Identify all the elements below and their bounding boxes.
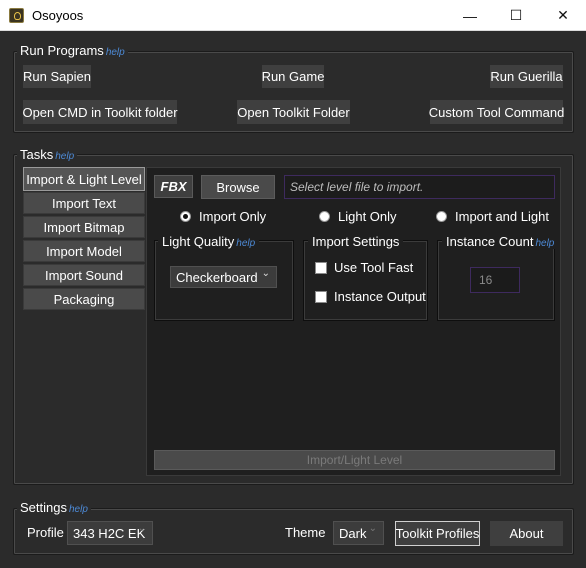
- light-quality-select[interactable]: Checkerboard ⌄: [170, 266, 277, 288]
- radio-light-only-label: Light Only: [338, 209, 397, 224]
- custom-tool-command-button[interactable]: Custom Tool Command: [429, 100, 564, 124]
- window-title: Osoyoos: [32, 8, 84, 23]
- radio-selected-indicator: [180, 211, 191, 222]
- chevron-down-icon: ⌄: [261, 268, 270, 279]
- instance-count-title: Instance Count help: [442, 234, 559, 249]
- tasks-title: Tasks help: [17, 147, 78, 162]
- tab-import-text[interactable]: Import Text: [23, 192, 145, 214]
- tasks-label: Tasks: [20, 147, 54, 162]
- instance-count-help-link[interactable]: help: [535, 238, 554, 249]
- profile-value: 343 H2C EK: [73, 525, 146, 541]
- use-tool-fast-label: Use Tool Fast: [334, 260, 414, 275]
- maximize-button[interactable]: ☐: [493, 0, 539, 31]
- radio-import-and-light[interactable]: Import and Light: [436, 209, 549, 224]
- run-guerilla-button[interactable]: Run Guerilla: [490, 65, 563, 88]
- import-settings-title: Import Settings: [308, 234, 404, 249]
- run-programs-label: Run Programs: [20, 43, 104, 58]
- tab-packaging[interactable]: Packaging: [23, 288, 145, 310]
- chevron-down-icon: ⌄: [137, 523, 146, 534]
- instance-count-input[interactable]: 16: [470, 267, 520, 293]
- tab-import-bitmap[interactable]: Import Bitmap: [23, 216, 145, 238]
- app-logo-icon: [9, 8, 24, 23]
- import-light-level-button[interactable]: Import/Light Level: [154, 450, 555, 470]
- theme-label: Theme: [285, 525, 326, 540]
- about-button[interactable]: About: [490, 521, 563, 546]
- settings-title: Settings help: [17, 500, 91, 515]
- run-game-button[interactable]: Run Game: [262, 65, 324, 88]
- light-quality-title: Light Quality help: [158, 234, 260, 249]
- theme-value: Dark: [339, 525, 367, 541]
- checkbox-box: [315, 290, 327, 303]
- tab-import-sound[interactable]: Import Sound: [23, 264, 145, 286]
- tab-import-light-level[interactable]: Import & Light Level: [23, 167, 145, 191]
- tab-import-model[interactable]: Import Model: [23, 240, 145, 262]
- instance-count-label: Instance Count: [446, 234, 534, 249]
- run-programs-help-link[interactable]: help: [106, 47, 125, 58]
- radio-indicator: [436, 211, 447, 222]
- use-tool-fast-checkbox[interactable]: Use Tool Fast: [315, 260, 413, 275]
- profile-select[interactable]: 343 H2C EK ⌄: [67, 521, 153, 545]
- fbx-toggle-button[interactable]: FBX: [154, 175, 193, 198]
- settings-help-link[interactable]: help: [69, 504, 88, 515]
- run-programs-title: Run Programs help: [17, 43, 128, 58]
- title-bar: Osoyoos — ☐ ✕: [0, 0, 586, 31]
- theme-select[interactable]: Dark ⌄: [333, 521, 384, 545]
- profile-label: Profile: [27, 525, 64, 540]
- browse-button[interactable]: Browse: [201, 175, 275, 199]
- radio-import-only[interactable]: Import Only: [180, 209, 266, 224]
- chevron-down-icon: ⌄: [368, 523, 377, 534]
- import-settings-group: [304, 241, 427, 320]
- instance-output-label: Instance Output: [334, 289, 426, 304]
- minimize-button[interactable]: —: [447, 0, 493, 31]
- light-quality-help-link[interactable]: help: [236, 238, 255, 249]
- settings-label: Settings: [20, 500, 67, 515]
- toolkit-profiles-button[interactable]: Toolkit Profiles: [395, 521, 480, 546]
- level-file-path-input[interactable]: Select level file to import.: [284, 175, 555, 199]
- radio-indicator: [319, 211, 330, 222]
- close-button[interactable]: ✕: [540, 0, 586, 31]
- radio-import-and-light-label: Import and Light: [455, 209, 549, 224]
- instance-output-checkbox[interactable]: Instance Output: [315, 289, 426, 304]
- tasks-help-link[interactable]: help: [55, 151, 74, 162]
- radio-import-only-label: Import Only: [199, 209, 267, 224]
- open-toolkit-folder-button[interactable]: Open Toolkit Folder: [237, 100, 350, 124]
- run-sapien-button[interactable]: Run Sapien: [23, 65, 91, 88]
- light-quality-label: Light Quality: [162, 234, 235, 249]
- light-quality-value: Checkerboard: [176, 269, 258, 285]
- checkbox-box: [315, 261, 327, 274]
- radio-light-only[interactable]: Light Only: [319, 209, 397, 224]
- open-cmd-button[interactable]: Open CMD in Toolkit folder: [22, 100, 178, 124]
